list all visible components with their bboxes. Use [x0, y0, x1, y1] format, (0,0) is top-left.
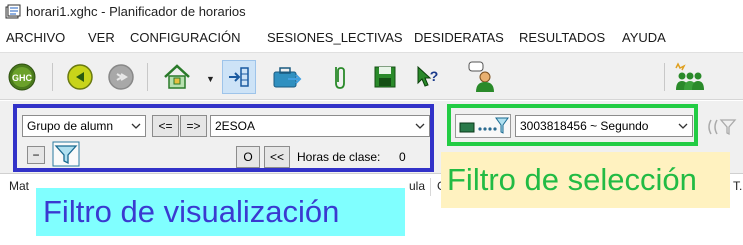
save-icon	[374, 66, 396, 88]
menu-ver[interactable]: VER	[88, 30, 115, 45]
visualization-filter-callout: Filtro de visualización	[36, 188, 405, 236]
ghc-logo-icon: GHC	[8, 63, 36, 91]
ghc-button[interactable]: GHC	[5, 60, 39, 94]
insert-icon	[229, 67, 249, 87]
menu-ayuda[interactable]: AYUDA	[622, 30, 666, 45]
menu-desideratas[interactable]: DESIDERATAS	[414, 30, 504, 45]
forward-arrow-icon	[108, 64, 134, 90]
toolbar-separator	[52, 63, 53, 91]
back-button[interactable]	[63, 60, 97, 94]
forward-button[interactable]	[104, 60, 138, 94]
selection-filter-callout: Filtro de selección	[441, 152, 730, 208]
menu-archivo[interactable]: ARCHIVO	[6, 30, 65, 45]
back-arrow-icon	[67, 64, 93, 90]
column-header[interactable]: Mat	[9, 179, 29, 193]
save-button[interactable]	[368, 60, 402, 94]
clear-filter-icon	[708, 119, 737, 136]
attach-button[interactable]	[323, 60, 357, 94]
toolbar-separator	[147, 63, 148, 91]
toolbar-separator	[664, 63, 665, 91]
dropdown-icon[interactable]: ▼	[206, 74, 215, 84]
menu-configuracion[interactable]: CONFIGURACIÓN	[130, 30, 241, 45]
visualization-filter-highlight	[13, 104, 434, 172]
menu-bar: ARCHIVO VER CONFIGURACIÓN SESIONES_LECTI…	[0, 27, 743, 49]
group-people-button[interactable]	[672, 60, 706, 94]
transfer-icon	[273, 67, 302, 88]
column-header[interactable]: ula	[409, 179, 425, 193]
insert-button[interactable]	[222, 60, 256, 94]
title-bar: horari1.xghc - Planificador de horarios	[0, 0, 743, 24]
home-button[interactable]	[160, 60, 194, 94]
clear-filter-button[interactable]	[705, 114, 739, 140]
selection-filter-highlight	[447, 104, 698, 146]
help-cursor-icon: ?	[417, 65, 439, 87]
transfer-button[interactable]	[270, 60, 304, 94]
menu-sesiones-lectivas[interactable]: SESIONES_LECTIVAS	[267, 30, 403, 45]
ghc-label: GHC	[12, 73, 33, 83]
home-icon	[164, 64, 190, 89]
group-people-icon	[675, 62, 704, 90]
column-header[interactable]: T...	[733, 179, 743, 193]
user-message-icon	[468, 61, 494, 92]
column-divider	[430, 178, 431, 196]
window-title: horari1.xghc - Planificador de horarios	[26, 4, 246, 19]
help-button[interactable]: ?	[410, 60, 444, 94]
menu-resultados[interactable]: RESULTADOS	[519, 30, 605, 45]
svg-text:?: ?	[430, 68, 439, 84]
toolbar: GHC ▼ ?	[0, 52, 743, 100]
attach-icon	[335, 67, 345, 89]
app-icon	[5, 4, 21, 19]
user-message-button[interactable]	[465, 60, 499, 94]
